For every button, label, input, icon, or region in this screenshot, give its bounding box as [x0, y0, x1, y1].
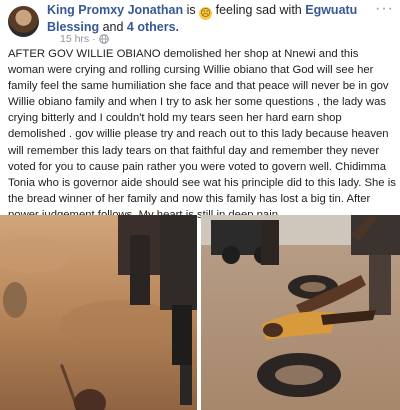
more-options-icon[interactable]: ···: [375, 0, 394, 18]
others-link[interactable]: 4 others.: [127, 20, 179, 34]
globe-icon[interactable]: [98, 34, 109, 44]
post-body: AFTER GOV WILLIE OBIANO demolished her s…: [8, 48, 396, 221]
feeling-text: feeling sad with: [212, 3, 306, 17]
photo-grid: [0, 215, 400, 410]
timestamp[interactable]: 15 hrs: [60, 33, 89, 45]
left-photo[interactable]: [0, 215, 197, 410]
avatar[interactable]: [8, 6, 39, 37]
sad-face-emoji-icon: ☹: [199, 7, 213, 20]
feeling-prefix: is: [183, 3, 200, 17]
author-line: King Promxy Jonathan is ☹ feeling sad wi…: [47, 3, 382, 35]
facebook-post: King Promxy Jonathan is ☹ feeling sad wi…: [0, 0, 400, 410]
post-header: King Promxy Jonathan is ☹ feeling sad wi…: [0, 0, 400, 45]
right-photo-scene: [201, 215, 400, 410]
left-photo-scene: [0, 215, 197, 410]
right-photo[interactable]: [201, 215, 400, 410]
author-name[interactable]: King Promxy Jonathan: [47, 3, 183, 17]
post-meta: 15 hrs ·: [60, 33, 109, 45]
and-text: and: [99, 20, 127, 34]
separator: ·: [92, 33, 96, 45]
